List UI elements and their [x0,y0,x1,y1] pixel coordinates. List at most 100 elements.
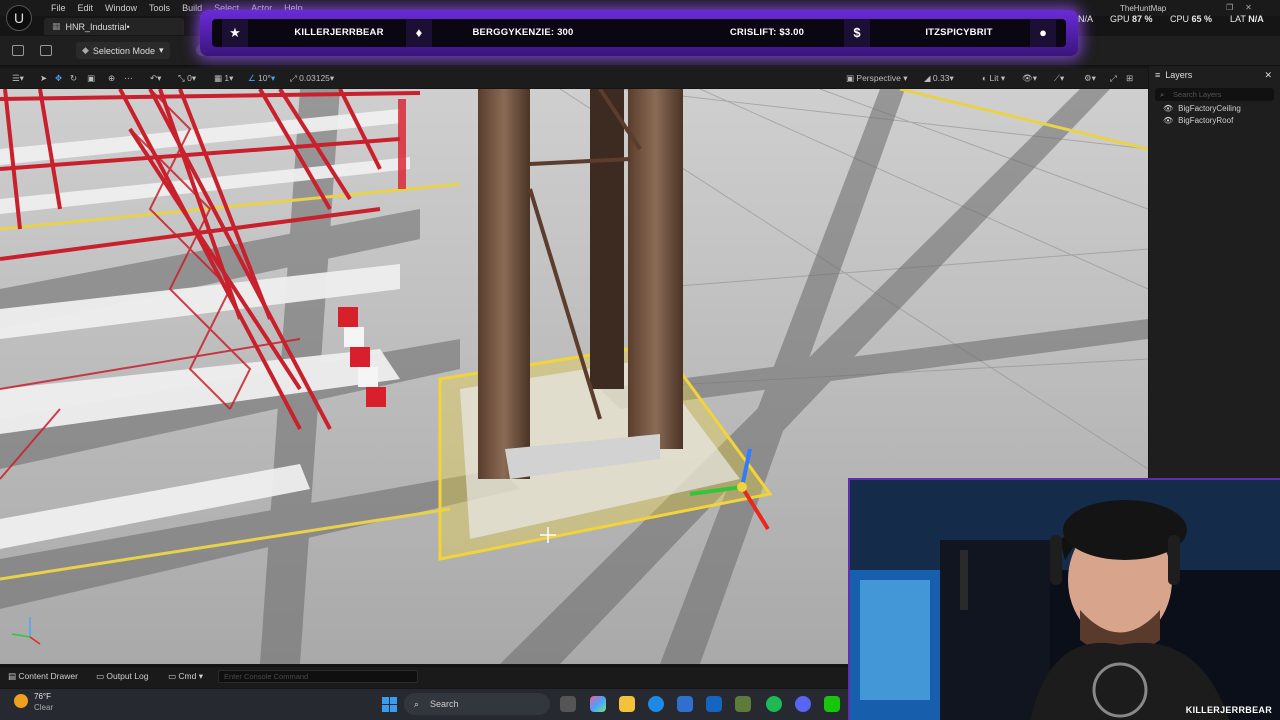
webcam-overlay: KILLERJERRBEAR [848,478,1280,720]
performance-stats: TheHuntMap N/A GPU 87 % CPU 65 % LAT N/A… [1078,3,1278,31]
content-drawer-label: Content Drawer [18,671,78,681]
select-tool-icon[interactable]: ➤ [40,72,47,84]
selection-mode-dropdown[interactable]: ◆ Selection Mode ▾ [76,42,170,59]
menu-window[interactable]: Window [99,3,143,13]
cpu-label: CPU [1170,14,1190,24]
settings-gear-icon[interactable]: ⚙▾ [1084,72,1096,84]
console-placeholder: Enter Console Command [224,672,309,681]
cpu-stat: CPU 65 % [1170,14,1212,24]
terminal-icon[interactable] [824,696,840,712]
spotify-icon[interactable] [766,696,782,712]
layer-item-label: BigFactoryRoof [1178,116,1234,125]
cpu-value: 65 % [1191,14,1213,24]
show-flags-icon[interactable]: 👁▾ [1022,72,1037,84]
close-icon[interactable]: ✕ [1264,70,1272,81]
scale-snap-toggle[interactable]: ⤢ 0.03125▾ [290,72,334,84]
view-mode-dropdown[interactable]: ◐ Lit ▾ [982,72,1005,84]
edge-icon[interactable] [648,696,664,712]
banner-subscriber: ITZSPICYBRIT [925,27,993,38]
menu-edit[interactable]: Edit [72,3,100,13]
outlook-icon[interactable] [706,696,722,712]
eye-icon[interactable]: 👁 [1163,103,1173,115]
project-tab[interactable]: ▦ HNR_Industrial• [44,18,184,35]
surface-snap-icon[interactable]: ⋯ [124,72,133,84]
weather-temp: 76°F [34,692,51,701]
stream-alert-banner: ★ KILLERJERRBEAR ♦ BERGGYKENZIE: 300 CRI… [200,10,1078,56]
weather-desc: Clear [34,703,54,712]
layout-grid-icon[interactable]: ⊞ [1126,72,1133,84]
angle-snap-value: 10° [257,73,271,83]
content-browser-icon[interactable] [40,45,52,56]
webcam-name: KILLERJERRBEAR [1185,705,1272,715]
banner-donation: CRISLIFT: $3.00 [729,27,805,38]
map-name: TheHuntMap [1120,4,1167,13]
star-icon: ★ [222,19,248,47]
perspective-label: Perspective [856,73,901,83]
viewport-menu-icon[interactable]: ☰▾ [12,72,24,84]
taskbar-search[interactable]: ⌕ Search [404,693,550,715]
scale-tool-icon[interactable]: ▣ [87,72,95,84]
location-snap-value: 1 [224,73,230,83]
copilot-icon[interactable] [590,696,606,712]
discord-icon[interactable] [795,696,811,712]
layer-item[interactable]: 👁 BigFactoryCeiling [1149,103,1280,115]
rotation-snap-toggle[interactable]: ⤡ 0▾ [178,72,196,84]
gpu-label: GPU [1110,14,1130,24]
lat-stat: LAT N/A [1230,14,1264,24]
layers-header: ≡ Layers ✕ [1149,66,1280,84]
selection-mode-label: Selection Mode [92,45,155,56]
chevron-down-icon: ▾ [158,45,164,55]
search-icon: ⌕ [414,699,420,709]
weather-sun-icon [14,694,28,708]
output-log-button[interactable]: ▭ Output Log [96,671,148,682]
cmd-dropdown[interactable]: ▭ Cmd ▾ [168,671,203,682]
gpu-value: 87 % [1132,14,1153,24]
banner-bits: BERGGYKENZIE: 300 [472,27,574,38]
location-snap-toggle[interactable]: ▦ 1▾ [214,72,233,84]
layer-item[interactable]: 👁 BigFactoryRoof [1149,115,1280,127]
console-input[interactable]: Enter Console Command [218,670,418,683]
layers-search-placeholder: Search Layers [1173,90,1222,99]
restore-icon[interactable]: ❐ [1226,3,1233,12]
minecraft-icon[interactable] [735,696,751,712]
camera-speed-value: 0.33 [932,73,950,83]
maximize-viewport-icon[interactable]: ⤢ [1110,72,1117,84]
task-view-icon[interactable] [560,696,576,712]
store-icon[interactable] [677,696,693,712]
lat-value: N/A [1248,14,1264,24]
close-icon[interactable]: ✕ [1245,3,1252,12]
bits-icon: ♦ [406,19,432,47]
search-icon: ⌕ [1160,90,1165,99]
realtime-icon[interactable]: ⟋▾ [1054,72,1064,84]
layers-search-input[interactable]: ⌕ Search Layers [1155,88,1274,101]
perspective-dropdown[interactable]: ▣ Perspective ▾ [846,72,907,84]
unreal-logo-icon[interactable]: U [6,5,32,31]
save-icon[interactable] [12,45,24,56]
layers-title: Layers [1165,70,1193,80]
menu-file[interactable]: File [45,3,72,13]
viewport-toolbar [0,68,1148,88]
scale-snap-value: 0.03125 [299,73,330,83]
webcam-feed [850,480,1280,720]
camera-speed-dropdown[interactable]: ◢ 0.33▾ [924,72,954,84]
user-icon: ● [1030,19,1056,47]
layers-panel: ≡ Layers ✕ ⌕ Search Layers 👁 BigFactoryC… [1149,66,1280,478]
taskbar-search-label: Search [430,699,459,709]
menu-tools[interactable]: Tools [143,3,176,13]
lat-label: LAT [1230,14,1246,24]
translate-tool-icon[interactable]: ✥ [55,72,62,84]
windows-start-icon[interactable] [382,697,397,712]
rotate-tool-icon[interactable]: ↻ [70,72,77,84]
project-tab-label: HNR_Industrial• [65,21,130,32]
banner-follower: KILLERJERRBEAR [294,27,384,38]
world-local-icon[interactable]: ⊕ [108,72,115,84]
grid-snap-icon[interactable]: ↶▾ [150,72,161,84]
window-controls: ❐ ✕ [1226,3,1252,12]
rotation-snap-value: 0 [187,73,192,83]
eye-icon[interactable]: 👁 [1163,115,1173,127]
angle-snap-toggle[interactable]: ∠ 10°▾ [248,72,275,84]
na-label: N/A [1078,14,1094,24]
select-mode-icon: ◆ [82,45,89,55]
file-explorer-icon[interactable] [619,696,635,712]
content-drawer-button[interactable]: ▤ Content Drawer [8,671,78,682]
